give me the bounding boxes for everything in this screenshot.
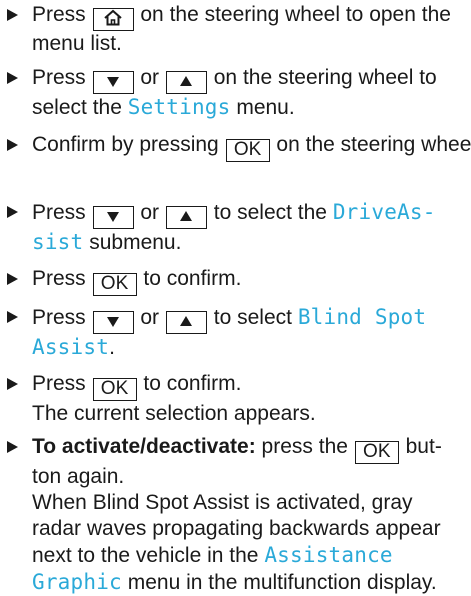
step-4-post: submenu.	[89, 231, 182, 254]
step-3-post: on the steering wheel.	[276, 133, 471, 156]
step-4-or: or	[140, 201, 160, 224]
home-key	[92, 8, 134, 31]
blind-spot-menu-label-b: Assist	[32, 335, 110, 359]
step-2-pre: Press	[32, 66, 86, 89]
step-2-post: menu.	[236, 96, 295, 119]
driveassist-menu-label-b: sist	[32, 230, 84, 254]
bullet-arrow-icon	[7, 441, 18, 453]
ok-key: OK	[92, 273, 137, 296]
step-1-pre: Press	[32, 3, 86, 26]
step-7-post: to confirm.	[143, 372, 242, 395]
step-6-post: .	[109, 336, 115, 359]
step-6: Press or to select Blind Spot Assist.	[4, 304, 471, 361]
down-triangle-icon	[107, 317, 120, 327]
driveassist-menu-label-a: DriveAs-	[332, 200, 436, 224]
step-4-pre: Press	[32, 201, 86, 224]
blind-spot-menu-label-a: Blind Spot	[297, 305, 427, 329]
step-6-or: or	[140, 306, 160, 329]
bullet-arrow-icon	[7, 139, 18, 151]
step-3-pre: Confirm by pressing	[32, 133, 219, 156]
step-4-mid: to select the	[213, 201, 327, 224]
step-3: Confirm by pressing OK on the steering w…	[4, 132, 471, 162]
up-key	[165, 311, 207, 334]
step-2: Press or on the steering wheel to select…	[4, 65, 471, 121]
assistance-graphic-menu-label-a: Assistance	[264, 543, 393, 567]
settings-menu-label: Settings	[127, 95, 231, 119]
ok-key: OK	[92, 378, 137, 401]
assistance-graphic-menu-label-b: Graphic	[32, 570, 122, 594]
up-triangle-icon	[180, 316, 193, 326]
ok-key: OK	[225, 139, 270, 162]
down-key	[92, 311, 134, 334]
down-triangle-icon	[107, 212, 120, 222]
step-8-pre: press the	[261, 435, 348, 458]
step-5: Press OK to confirm.	[4, 266, 471, 296]
step-8-note-d: menu in the multifunction display.	[127, 571, 437, 594]
step-2-or: or	[140, 66, 160, 89]
step-8: To activate/deactivate: press the OK but…	[4, 434, 471, 596]
step-5-post: to confirm.	[143, 267, 242, 290]
bullet-arrow-icon	[7, 273, 18, 285]
step-8-note-a: When Blind Spot Assist is activated, gra…	[32, 491, 413, 514]
bullet-arrow-icon	[7, 311, 18, 323]
step-7-note: The current selection appears.	[32, 402, 316, 425]
instruction-document: Press on the steering wheel to open the …	[0, 0, 471, 594]
down-triangle-icon	[107, 77, 120, 87]
home-icon	[104, 9, 122, 26]
step-1: Press on the steering wheel to open the …	[4, 2, 471, 57]
step-7: Press OK to confirm. The current selecti…	[4, 371, 471, 427]
bullet-arrow-icon	[7, 72, 18, 84]
step-8-bold-label: To activate/deactivate:	[32, 435, 256, 458]
up-key	[165, 71, 207, 94]
down-key	[92, 206, 134, 229]
step-8-post-b: ton again.	[32, 465, 125, 488]
ok-key: OK	[354, 441, 399, 464]
step-6-pre: Press	[32, 306, 86, 329]
bullet-arrow-icon	[7, 9, 18, 21]
up-triangle-icon	[180, 76, 193, 86]
step-6-mid: to select	[213, 306, 292, 329]
step-4: Press or to select the DriveAs- sist sub…	[4, 199, 471, 256]
step-7-pre: Press	[32, 372, 86, 395]
bullet-arrow-icon	[7, 378, 18, 390]
step-8-note-b: radar waves propagating backwards appear	[32, 517, 441, 540]
up-key	[165, 206, 207, 229]
step-8-note-c: next to the vehicle in the	[32, 544, 259, 567]
up-triangle-icon	[180, 211, 193, 221]
bullet-arrow-icon	[7, 206, 18, 218]
step-8-post-a: but-	[405, 435, 442, 458]
down-key	[92, 71, 134, 94]
step-5-pre: Press	[32, 267, 86, 290]
